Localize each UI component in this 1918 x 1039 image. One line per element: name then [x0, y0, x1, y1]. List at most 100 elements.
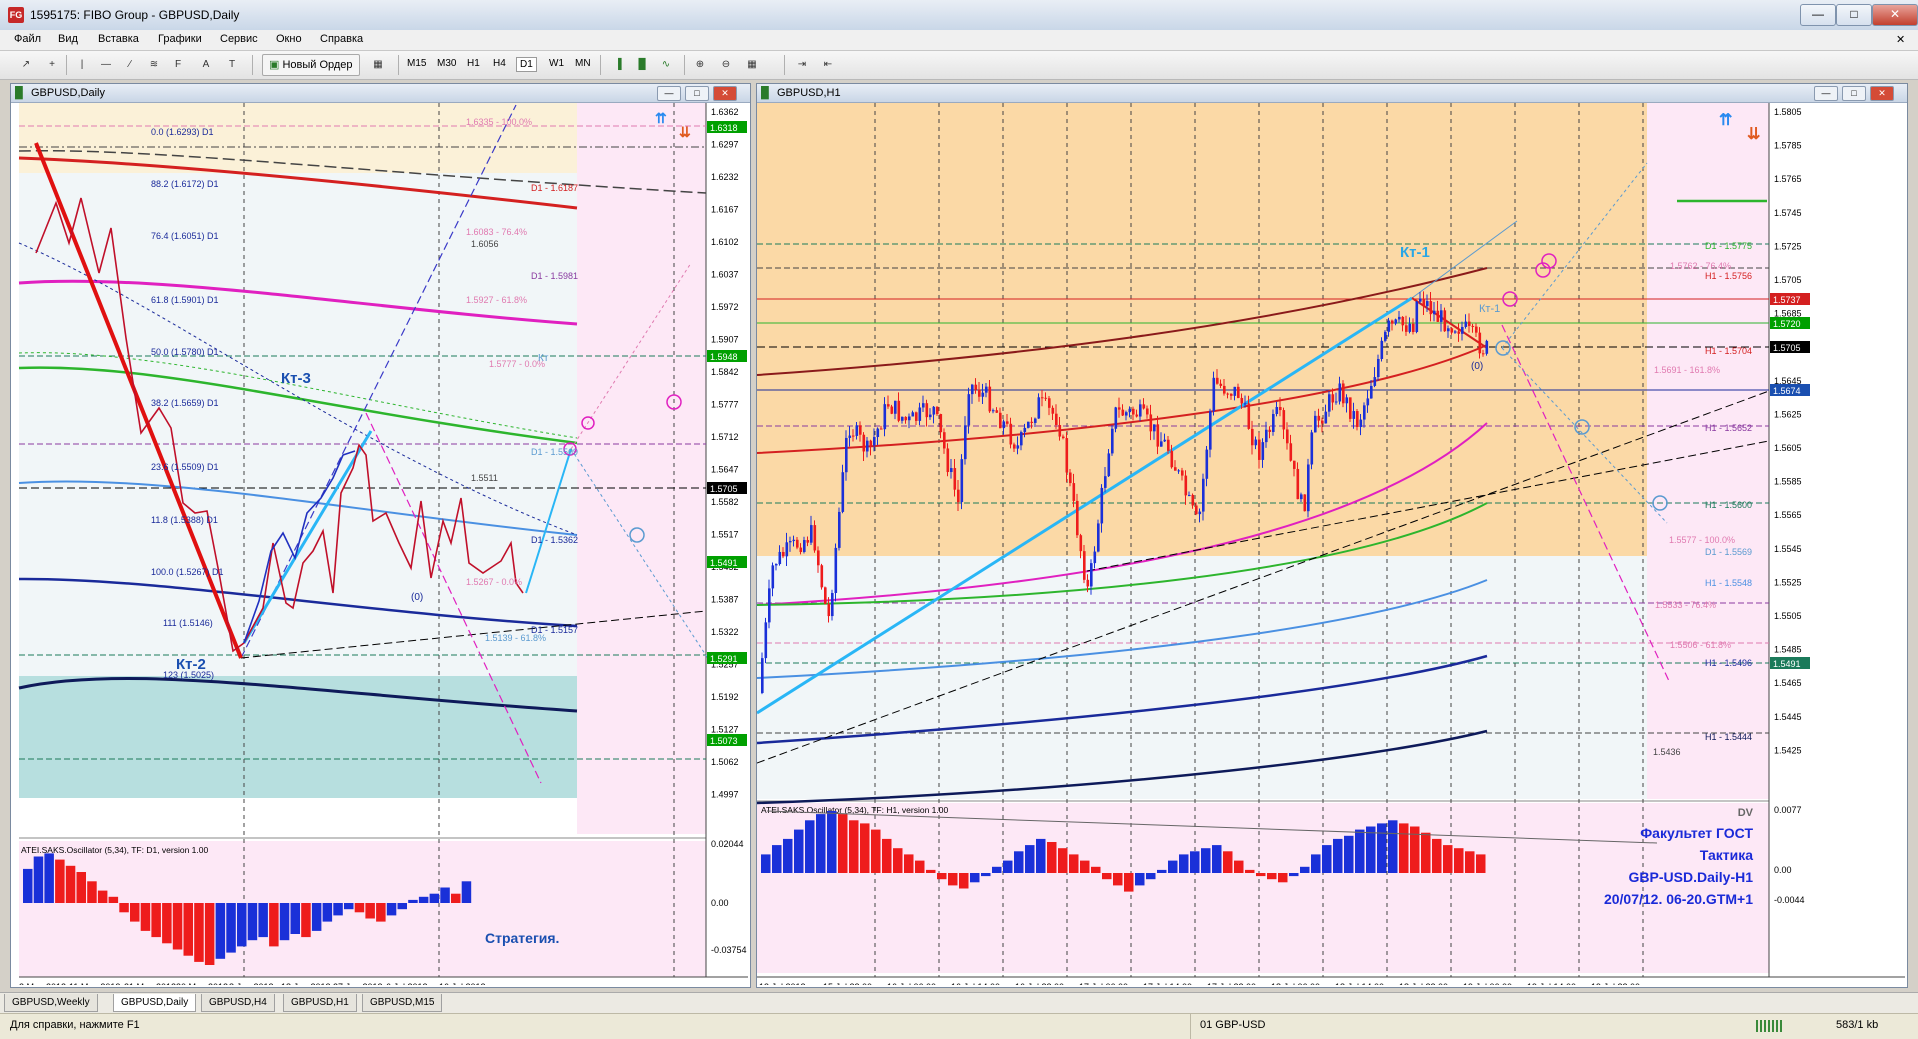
fibo-icon[interactable]: F [168, 55, 188, 75]
tab-gbpusd-daily[interactable]: GBPUSD,Daily [113, 994, 197, 1012]
label-icon[interactable]: T [222, 55, 242, 75]
right-minimize-button[interactable]: — [1814, 86, 1838, 101]
menu-charts[interactable]: Графики [158, 33, 202, 45]
navigator-icon[interactable]: ▦ [368, 55, 388, 75]
trendline-icon[interactable]: ∕ [120, 55, 140, 75]
tab-gbpusd-m15[interactable]: GBPUSD,M15 [362, 994, 443, 1012]
menu-insert[interactable]: Вставка [98, 33, 139, 45]
candle-body [1195, 505, 1198, 515]
level-label: H1 - 1.5444 [1705, 732, 1752, 742]
candle-body [1464, 321, 1468, 327]
horizontal-line-icon[interactable]: — [96, 55, 116, 75]
candle-body [1205, 449, 1209, 479]
level-label: D1 - 1.6187 [531, 183, 578, 193]
right-maximize-button[interactable]: □ [1842, 86, 1866, 101]
osc-bar [429, 893, 440, 903]
candle-body [1387, 320, 1391, 332]
price-tick: 1.5585 [1774, 477, 1802, 487]
level-label: D1 - 1.5775 [1705, 241, 1752, 251]
tf-mn[interactable]: MN [572, 57, 594, 70]
candle-chart-icon[interactable]: █ [632, 55, 652, 75]
left-chart-window[interactable]: █ GBPUSD,Daily — □ ✕ ⇈ ⇊ 1.6362 1.6297 1… [10, 83, 751, 988]
new-order-button[interactable]: ▣ Новый Ордер [262, 54, 360, 76]
candle-body [1247, 403, 1251, 429]
autoscroll-icon[interactable]: ⇥ [792, 55, 812, 75]
maximize-button[interactable]: □ [1836, 4, 1872, 26]
candle-body [946, 448, 950, 473]
fibo-level-label: 100.0 (1.5267) D1 [151, 567, 224, 577]
menu-help[interactable]: Справка [320, 33, 363, 45]
text-icon[interactable]: A [196, 55, 216, 75]
left-close-button[interactable]: ✕ [713, 86, 737, 101]
candle-body [1321, 420, 1324, 424]
tab-gbpusd-weekly[interactable]: GBPUSD,Weekly [4, 994, 98, 1012]
level-label: 1.5506 - 61.8% [1670, 640, 1731, 650]
menu-view[interactable]: Вид [58, 33, 78, 45]
channel-icon[interactable]: ≋ [144, 55, 164, 75]
menu-window[interactable]: Окно [276, 33, 302, 45]
fibo-level-label: 50.0 (1.5780) D1 [151, 347, 219, 357]
candle-body [1478, 332, 1482, 354]
candle-body [1062, 436, 1065, 439]
crosshair-icon[interactable]: + [42, 55, 62, 75]
left-chart-canvas[interactable]: ⇈ ⇊ 1.6362 1.6297 1.6232 1.6167 1.6102 1.6037… [11, 103, 748, 985]
candle-body [866, 440, 869, 452]
candle-body [1394, 319, 1398, 324]
candle-body [1184, 475, 1188, 496]
price-tick: 1.5705 [1774, 275, 1802, 285]
tf-h4[interactable]: H4 [490, 57, 509, 70]
left-minimize-button[interactable]: — [657, 86, 681, 101]
osc-bar [1454, 848, 1464, 873]
menu-file[interactable]: Файл [14, 33, 41, 45]
osc-bar [871, 829, 881, 873]
tf-w1[interactable]: W1 [546, 57, 567, 70]
candle-body [1408, 323, 1412, 332]
osc-bar [1190, 851, 1200, 873]
left-maximize-button[interactable]: □ [685, 86, 709, 101]
tile-windows-icon[interactable]: ▦ [742, 55, 762, 75]
right-chart-titlebar: █ GBPUSD,H1 — □ ✕ [757, 84, 1907, 103]
right-chart-canvas[interactable]: ⇈ ⇊ 1.5805 1.5785 1.5765 1.5745 1.5725 1.5705… [757, 103, 1905, 985]
osc-bar [926, 869, 936, 873]
tab-gbpusd-h4[interactable]: GBPUSD,H4 [201, 994, 275, 1012]
osc-bar [311, 903, 322, 931]
candle-body [810, 525, 813, 543]
tf-h1[interactable]: H1 [464, 57, 483, 70]
tab-gbpusd-h1[interactable]: GBPUSD,H1 [283, 994, 357, 1012]
osc-bar [65, 865, 76, 903]
mdi-close-icon[interactable]: ✕ [1896, 33, 1905, 46]
osc-bar [1333, 838, 1343, 873]
candle-body [1079, 535, 1083, 552]
osc-bar [860, 823, 870, 873]
candle-body [1419, 298, 1422, 302]
zoom-in-icon[interactable]: ⊕ [690, 55, 710, 75]
osc-bar [1135, 873, 1145, 886]
osc-bar [1014, 851, 1024, 873]
tf-d1[interactable]: D1 [516, 57, 537, 72]
tf-m15[interactable]: M15 [404, 57, 429, 70]
close-button[interactable]: ✕ [1872, 4, 1918, 26]
osc-bar [1443, 845, 1453, 873]
menu-service[interactable]: Сервис [220, 33, 258, 45]
tf-m30[interactable]: M30 [434, 57, 459, 70]
level-label: 1.5139 - 61.8% [485, 633, 546, 643]
vertical-line-icon[interactable]: | [72, 55, 92, 75]
candle-body [1261, 442, 1265, 460]
status-traffic: 583/1 kb [1836, 1019, 1879, 1031]
status-divider [1190, 1014, 1191, 1039]
zoom-out-icon[interactable]: ⊖ [716, 55, 736, 75]
candle-body [1219, 383, 1223, 386]
candle-body [1048, 398, 1051, 408]
cursor-icon[interactable]: ↗ [16, 55, 36, 75]
right-chart-window[interactable]: █ GBPUSD,H1 — □ ✕ ⇈ ⇊ 1.5805 1.5785 1.57… [756, 83, 1908, 988]
up-arrows-icon: ⇈ [1719, 112, 1732, 129]
candle-body [1391, 320, 1394, 324]
line-chart-icon[interactable]: ∿ [656, 55, 676, 75]
osc-bar [258, 903, 268, 938]
candle-body [1471, 325, 1475, 327]
minimize-button[interactable]: — [1800, 4, 1836, 26]
right-close-button[interactable]: ✕ [1870, 86, 1894, 101]
chart-shift-icon[interactable]: ⇤ [818, 55, 838, 75]
bar-chart-icon[interactable]: ▐ [608, 55, 628, 75]
annotation-line: Факультет ГОСТ [1640, 825, 1753, 841]
